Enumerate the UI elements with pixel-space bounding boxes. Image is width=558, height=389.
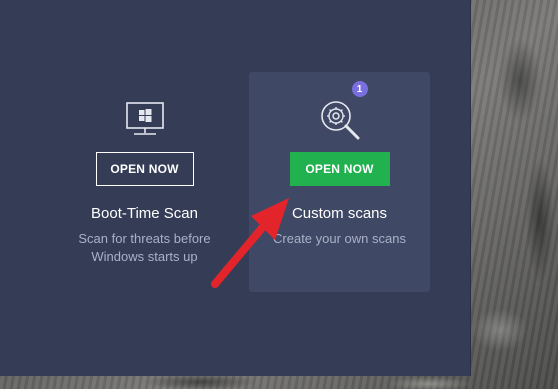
boot-time-desc-line1: Scan for threats before	[78, 231, 211, 246]
boot-time-scan-card: OPEN NOW Boot-Time Scan Scan for threats…	[54, 72, 235, 292]
custom-scans-title: Custom scans	[291, 205, 388, 222]
scan-panel: OPEN NOW Boot-Time Scan Scan for threats…	[0, 0, 471, 376]
custom-scans-desc-line1: Create your own scans	[273, 231, 406, 246]
boot-time-open-button[interactable]: OPEN NOW	[95, 152, 194, 186]
boot-time-scan-title: Boot-Time Scan	[91, 205, 198, 222]
boot-time-desc-line2: Windows starts up	[91, 249, 198, 264]
monitor-windows-icon	[115, 90, 175, 150]
custom-scans-card: 1 OPEN NOW Custom scans Create your own …	[249, 72, 430, 292]
notification-badge: 1	[351, 81, 368, 97]
boot-time-scan-description: Scan for threats before Windows starts u…	[54, 230, 235, 266]
custom-scans-open-button[interactable]: OPEN NOW	[289, 152, 390, 186]
search-gear-icon: 1	[310, 81, 370, 150]
custom-scans-description: Create your own scans	[249, 230, 430, 248]
